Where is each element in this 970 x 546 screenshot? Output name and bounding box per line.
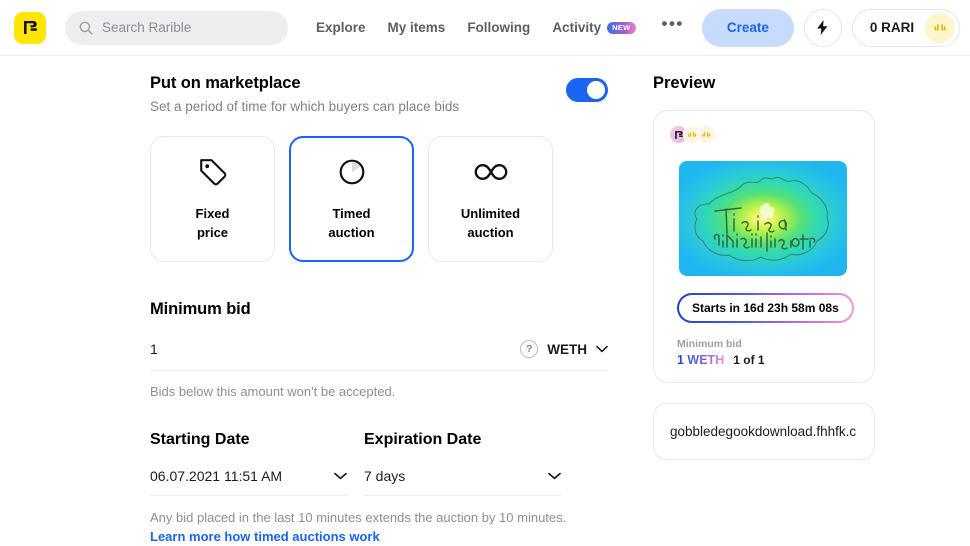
minimum-bid-input[interactable] [150, 341, 521, 357]
section-title: Put on marketplace [150, 74, 301, 92]
minimum-bid-title: Minimum bid [150, 300, 251, 318]
preview-card: Starts in 16d 23h 58m 08s Minimum bid 1 … [653, 110, 875, 383]
preview-min-bid-value: 1 WETH [677, 353, 725, 367]
starting-date-label: Starting Date [150, 431, 250, 448]
auction-dates: Starting Date 06.07.2021 11:51 AM Expira… [150, 431, 608, 496]
currency-label: WETH [547, 341, 587, 357]
countdown-text: Starts in 16d 23h 58m 08s [679, 295, 852, 321]
put-on-marketplace-text: Put on marketplace Set a period of time … [150, 74, 566, 114]
rarible-logo-icon[interactable] [14, 11, 46, 44]
page-main: Put on marketplace Set a period of time … [0, 56, 970, 546]
sale-type-options: Fixed price Timed auction Unlimited auct… [150, 136, 608, 262]
expiration-date-field[interactable]: 7 days [364, 468, 561, 496]
wallet-balance[interactable]: 0 RARI [851, 8, 961, 47]
search-input[interactable] [102, 20, 274, 35]
nav-label: Activity [552, 20, 602, 35]
expiration-date-label: Expiration Date [364, 431, 482, 448]
nav-label: Explore [316, 20, 366, 35]
clock-timer-icon [338, 155, 366, 189]
create-button[interactable]: Create [701, 8, 794, 47]
nav-item-my-items[interactable]: My items [388, 20, 446, 35]
nav-label: Following [467, 20, 531, 35]
sale-type-timed-auction[interactable]: Timed auction [289, 136, 414, 262]
sale-type-label: Unlimited auction [460, 206, 521, 240]
sale-type-fixed-price[interactable]: Fixed price [150, 136, 275, 262]
rari-token-icon [925, 12, 956, 43]
expiration-date-value: 7 days [364, 468, 406, 484]
main-navigation: Explore My items Following Activity NEW [316, 20, 636, 35]
uploaded-file-card[interactable]: gobbledegookdownload.fhhfk.c [653, 403, 875, 460]
expiration-date-group: Expiration Date 7 days [364, 431, 561, 496]
file-name: gobbledegookdownload.fhhfk.c [670, 424, 857, 439]
nav-label: My items [387, 20, 446, 35]
infinity-icon [474, 155, 508, 189]
auction-extension-note: Any bid placed in the last 10 minutes ex… [150, 510, 567, 525]
chevron-down-icon[interactable] [334, 472, 347, 480]
nav-item-activity[interactable]: Activity NEW [552, 20, 636, 35]
price-tag-icon [198, 155, 228, 189]
starting-date-group: Starting Date 06.07.2021 11:51 AM [150, 431, 347, 496]
search-bar[interactable] [65, 10, 288, 45]
rari-avatar-icon[interactable] [697, 125, 716, 144]
lightning-bolt-icon[interactable] [803, 8, 842, 47]
starting-date-value: 06.07.2021 11:51 AM [150, 468, 283, 484]
sale-type-label: Fixed price [195, 206, 230, 240]
currency-selector[interactable]: ? WETH [520, 340, 608, 358]
chevron-down-icon[interactable] [548, 472, 561, 480]
header-actions: Create 0 RARI [701, 8, 961, 47]
wallet-amount: 0 RARI [869, 20, 915, 35]
sale-settings-form: Put on marketplace Set a period of time … [150, 74, 608, 546]
sale-type-label: Timed auction [328, 206, 375, 240]
nav-item-following[interactable]: Following [467, 20, 530, 35]
nav-item-explore[interactable]: Explore [316, 20, 366, 35]
preview-edition: 1 of 1 [733, 353, 765, 367]
app-header: Explore My items Following Activity NEW … [0, 0, 970, 56]
minimum-bid-field[interactable]: ? WETH [150, 340, 608, 371]
avatar-group [669, 125, 859, 144]
preview-panel: Preview Starts in 16d 23h 58m 08s Minimu… [653, 74, 875, 546]
minimum-bid-section: Minimum bid ? WETH Bids below this amoun… [150, 300, 608, 399]
question-mark-icon[interactable]: ? [520, 340, 539, 358]
more-options-button[interactable]: ••• [662, 15, 684, 34]
search-icon [79, 21, 93, 35]
minimum-bid-hint: Bids below this amount won't be accepted… [150, 384, 396, 399]
sale-type-unlimited-auction[interactable]: Unlimited auction [428, 136, 553, 262]
new-badge: NEW [607, 21, 636, 34]
put-on-marketplace-toggle[interactable] [566, 78, 608, 102]
starting-date-field[interactable]: 06.07.2021 11:51 AM [150, 468, 347, 496]
preview-min-bid-row: 1 WETH 1 of 1 [677, 353, 859, 367]
chevron-down-icon[interactable] [596, 345, 608, 353]
toggle-knob [587, 81, 605, 99]
put-on-marketplace-section: Put on marketplace Set a period of time … [150, 74, 608, 114]
preview-title: Preview [653, 74, 716, 92]
preview-min-bid-label: Minimum bid [677, 338, 742, 350]
section-subtitle: Set a period of time for which buyers ca… [150, 99, 460, 114]
countdown-badge: Starts in 16d 23h 58m 08s [677, 293, 854, 323]
artwork-preview-image[interactable] [679, 161, 847, 276]
learn-more-link[interactable]: Learn more how timed auctions work [150, 529, 380, 544]
